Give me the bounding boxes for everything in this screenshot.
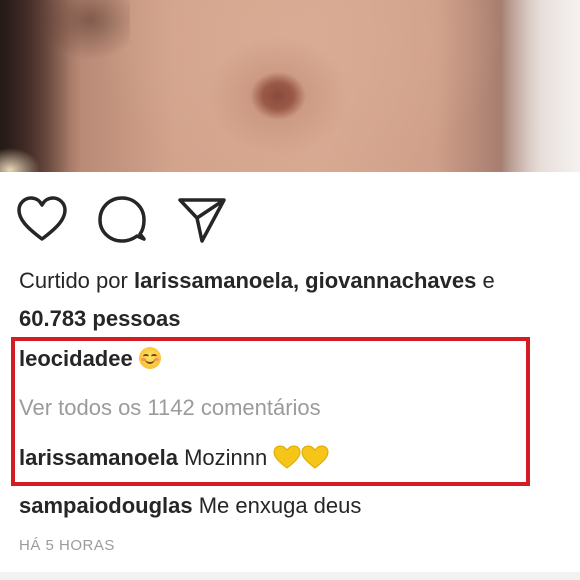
post-timestamp: HÁ 5 HORAS — [19, 537, 115, 554]
caption-username[interactable]: leocidadee — [19, 346, 133, 371]
post-action-bar — [0, 172, 580, 264]
comment-username[interactable]: sampaiodouglas — [19, 493, 193, 518]
post-photo[interactable] — [0, 0, 580, 172]
comment-bubble-icon[interactable] — [96, 194, 148, 246]
photo-right-edge — [500, 0, 580, 172]
blush-emoji-icon — [138, 347, 161, 369]
photo-arm-shadow — [40, 0, 130, 70]
post-caption: leocidadee — [19, 345, 161, 373]
view-all-comments-link[interactable]: Ver todos os 1142 comentários — [19, 394, 321, 422]
comment-item: sampaiodouglas Me enxuga deus — [19, 492, 361, 520]
liked-by-line: Curtido por larissamanoela, giovannachav… — [19, 268, 580, 294]
liked-by-suffix: e — [476, 268, 495, 293]
comment-username[interactable]: larissamanoela — [19, 445, 178, 470]
comment-text: Mozinnn — [184, 445, 268, 470]
likes-count[interactable]: 60.783 pessoas — [19, 305, 180, 333]
photo-hair — [0, 140, 40, 172]
comment-item: larissamanoela Mozinnn — [19, 444, 329, 472]
heart-outline-icon[interactable] — [16, 194, 68, 246]
paper-plane-icon[interactable] — [176, 194, 228, 246]
comment-text: Me enxuga deus — [198, 493, 362, 518]
yellow-heart-icon — [273, 445, 301, 469]
feed-divider — [0, 572, 580, 580]
liked-by-prefix: Curtido por — [19, 268, 134, 293]
yellow-heart-icon — [301, 445, 329, 469]
liked-by-users[interactable]: larissamanoela, giovannachaves — [134, 268, 476, 293]
